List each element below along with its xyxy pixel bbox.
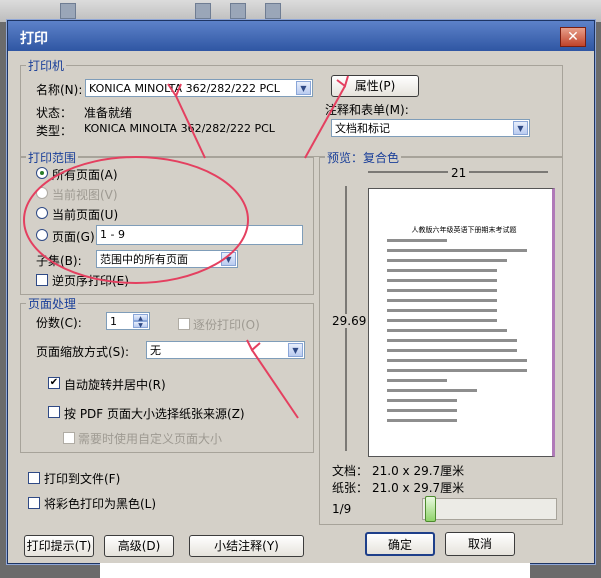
annotation-overlay <box>23 75 349 419</box>
